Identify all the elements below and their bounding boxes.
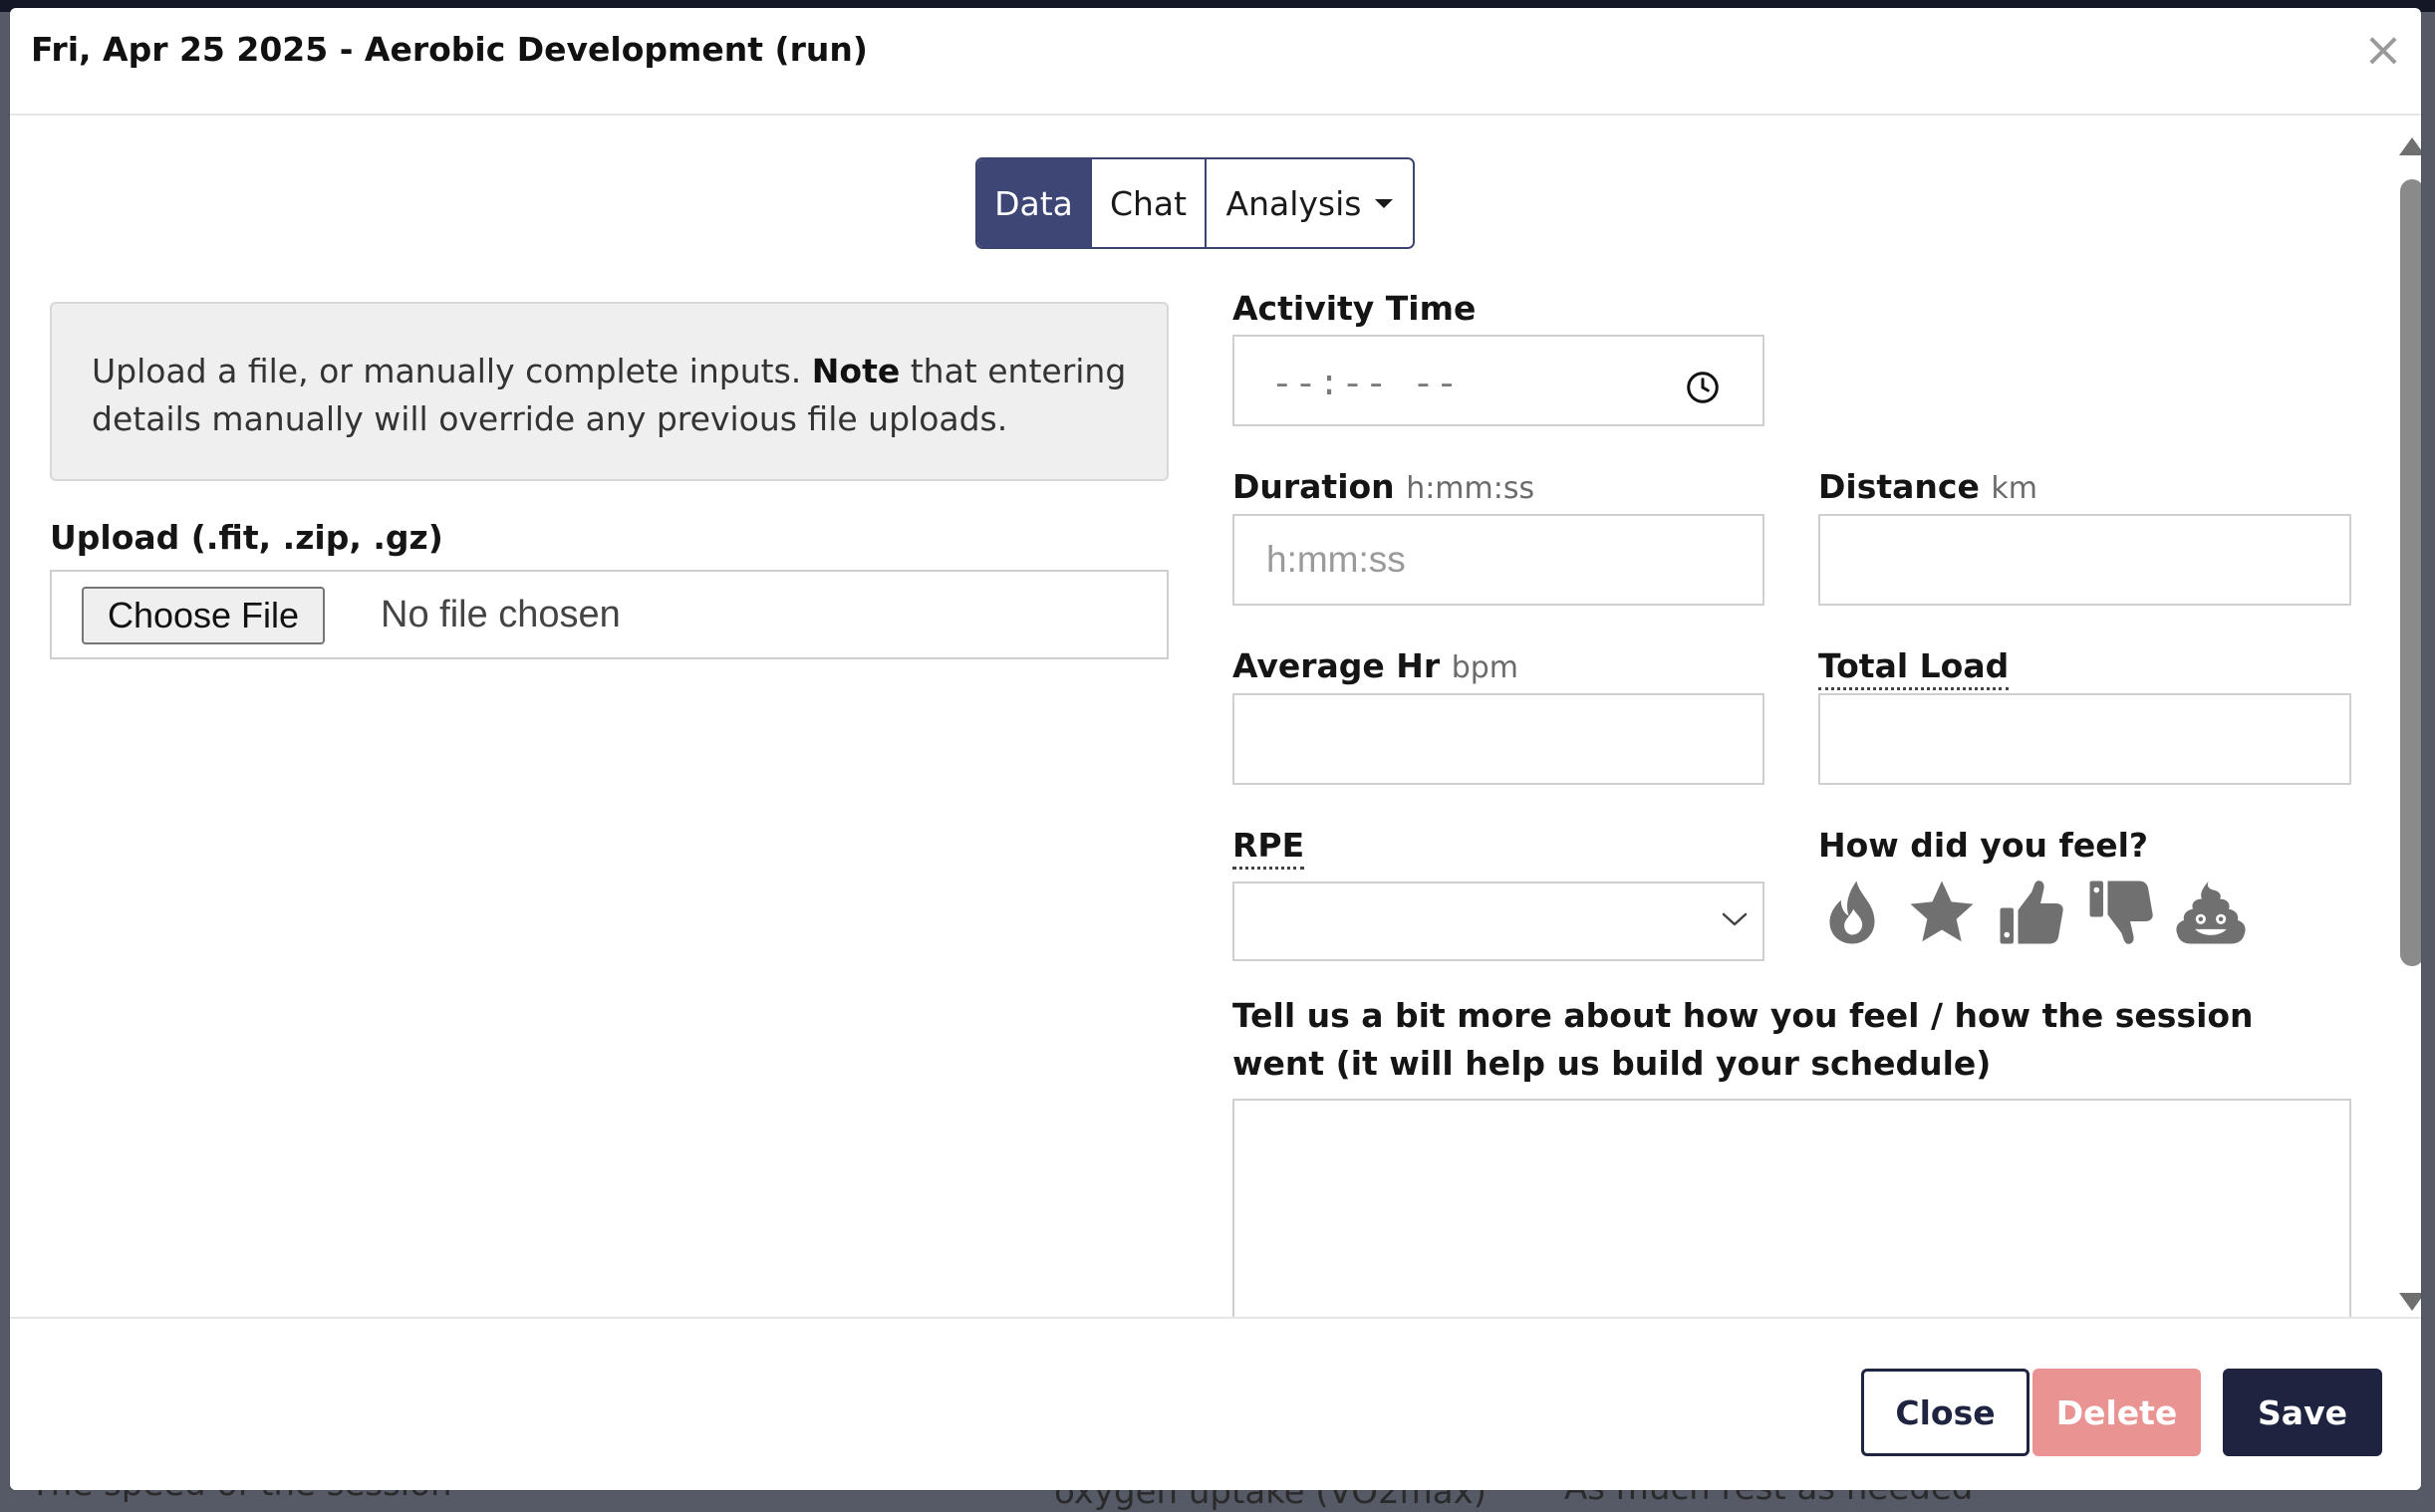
total-load-label-text: Total Load (1818, 646, 2010, 690)
tab-group: Data Chat Analysis (975, 157, 1415, 249)
star-icon[interactable] (1906, 877, 1978, 948)
file-upload-field: Choose File No file chosen (50, 570, 1169, 659)
activity-time-placeholder: --:-- -- (1271, 365, 1460, 405)
tab-chat[interactable]: Chat (1092, 159, 1207, 247)
caret-down-icon (1375, 198, 1394, 208)
rpe-label[interactable]: RPE (1232, 826, 1305, 870)
upload-label: Upload (.fit, .zip, .gz) (50, 518, 443, 557)
average-hr-input[interactable] (1232, 693, 1764, 785)
save-button[interactable]: Save (2223, 1369, 2382, 1456)
notes-textarea[interactable] (1232, 1099, 2351, 1338)
average-hr-unit: bpm (1451, 650, 1518, 685)
distance-input[interactable] (1818, 514, 2351, 606)
close-button[interactable]: Close (1861, 1369, 2029, 1456)
scrollbar-thumb[interactable] (2400, 179, 2421, 966)
file-status: No file chosen (381, 594, 621, 635)
total-load-input[interactable] (1818, 693, 2351, 785)
notice-bold: Note (811, 352, 901, 390)
modal-title: Fri, Apr 25 2025 - Aerobic Development (… (31, 30, 868, 69)
duration-unit: h:mm:ss (1406, 471, 1535, 506)
close-icon[interactable]: × (2359, 26, 2407, 74)
total-load-label[interactable]: Total Load (1818, 646, 2010, 690)
feel-icon-group (1816, 877, 2247, 948)
tab-data[interactable]: Data (977, 159, 1092, 247)
modal-header: Fri, Apr 25 2025 - Aerobic Development (… (10, 8, 2421, 116)
feel-label: How did you feel? (1818, 826, 2149, 865)
chevron-down-icon (1722, 912, 1748, 926)
scroll-up-arrow[interactable] (2399, 137, 2421, 155)
clock-icon[interactable] (1685, 370, 1721, 405)
session-modal: Fri, Apr 25 2025 - Aerobic Development (… (10, 8, 2421, 1490)
tab-label: Chat (1109, 183, 1188, 223)
average-hr-label: Average Hr bpm (1232, 646, 1518, 685)
rpe-label-text: RPE (1232, 826, 1305, 870)
scroll-down-arrow[interactable] (2399, 1293, 2421, 1311)
duration-label-text: Duration (1232, 467, 1395, 506)
notice-text: Upload a file, or manually complete inpu… (92, 352, 812, 390)
choose-file-button[interactable]: Choose File (82, 587, 325, 644)
tab-label: Analysis (1225, 183, 1362, 223)
upload-notice: Upload a file, or manually complete inpu… (50, 302, 1169, 481)
average-hr-label-text: Average Hr (1232, 646, 1441, 685)
distance-unit: km (1991, 471, 2037, 506)
delete-button[interactable]: Delete (2032, 1369, 2201, 1456)
notes-label: Tell us a bit more about how you feel / … (1232, 996, 2254, 1083)
tab-analysis[interactable]: Analysis (1207, 159, 1413, 247)
distance-label-text: Distance (1818, 467, 1980, 506)
fire-icon[interactable] (1816, 877, 1888, 948)
rpe-select[interactable] (1232, 882, 1764, 961)
duration-label: Duration h:mm:ss (1232, 467, 1534, 506)
duration-input[interactable] (1232, 514, 1764, 606)
activity-time-label: Activity Time (1232, 289, 1477, 328)
tab-label: Data (994, 183, 1073, 223)
thumbs-down-icon[interactable] (2085, 877, 2157, 948)
distance-label: Distance km (1818, 467, 2037, 506)
thumbs-up-icon[interactable] (1996, 877, 2067, 948)
poop-icon[interactable] (2175, 877, 2247, 948)
